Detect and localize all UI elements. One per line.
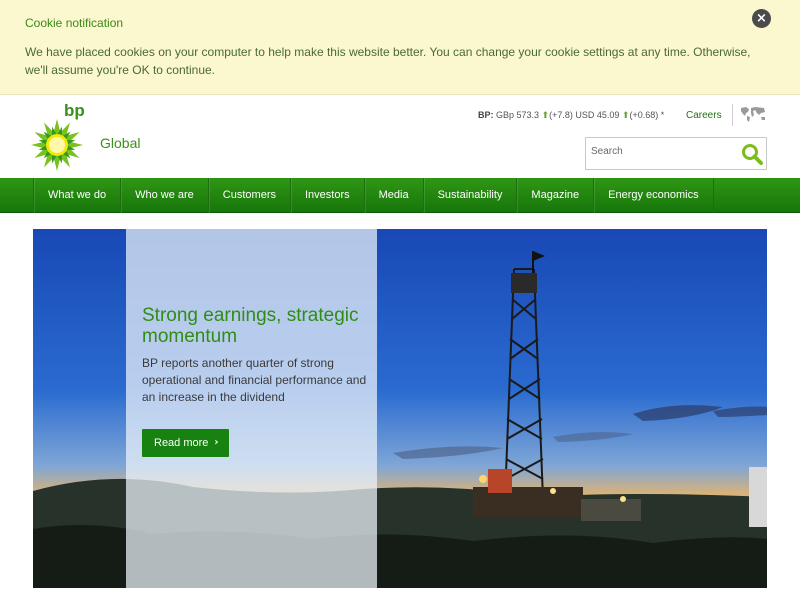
- hero-description: BP reports another quarter of strong ope…: [142, 356, 367, 404]
- read-more-label: Read more: [154, 437, 209, 449]
- search-icon[interactable]: [741, 143, 763, 165]
- hero-banner: Strong earnings, strategic momentum BP r…: [33, 229, 767, 588]
- nav-item-energy-economics[interactable]: Energy economics: [594, 178, 714, 213]
- header-divider: [732, 104, 733, 126]
- cookie-banner: Cookie notification We have placed cooki…: [0, 0, 800, 95]
- hero-title: Strong earnings, strategic momentum: [142, 305, 359, 347]
- search-box: [585, 137, 767, 170]
- cookie-text: We have placed cookies on your computer …: [25, 45, 751, 77]
- world-map-icon[interactable]: [739, 105, 767, 123]
- ticker-gbp-change: (+7.8): [549, 110, 573, 120]
- nav-item-media[interactable]: Media: [365, 178, 424, 213]
- search-input[interactable]: [591, 146, 731, 157]
- careers-link[interactable]: Careers: [686, 110, 722, 121]
- nav-item-what-we-do[interactable]: What we do: [34, 178, 122, 213]
- close-icon[interactable]: ×: [752, 9, 771, 28]
- nav-item-who-we-are[interactable]: Who we are: [121, 178, 209, 213]
- nav-item-magazine[interactable]: Magazine: [517, 178, 595, 213]
- share-price-ticker: BP: GBp 573.3 ⬆(+7.8) USD 45.09 ⬆(+0.68)…: [478, 110, 664, 121]
- cookie-title: Cookie notification: [25, 16, 124, 30]
- ticker-usd: USD 45.09: [575, 110, 620, 120]
- ticker-gbp: GBp 573.3: [496, 110, 540, 120]
- read-more-button[interactable]: Read more ›: [142, 429, 229, 457]
- arrow-up-icon: ⬆: [541, 110, 550, 120]
- nav-item-sustainability[interactable]: Sustainability: [424, 178, 518, 213]
- chevron-right-icon: ›: [214, 437, 219, 448]
- ticker-footnote: *: [660, 110, 665, 120]
- ticker-usd-change: (+0.68): [629, 110, 659, 120]
- logo-wordmark: bp: [64, 101, 85, 120]
- site-name: Global: [100, 135, 141, 151]
- ticker-label: BP:: [478, 110, 494, 120]
- nav-item-customers[interactable]: Customers: [209, 178, 291, 213]
- nav-item-investors[interactable]: Investors: [291, 178, 365, 213]
- hero-text-panel: Strong earnings, strategic momentum BP r…: [126, 229, 377, 588]
- main-navigation: What we do Who we are Customers Investor…: [0, 178, 800, 213]
